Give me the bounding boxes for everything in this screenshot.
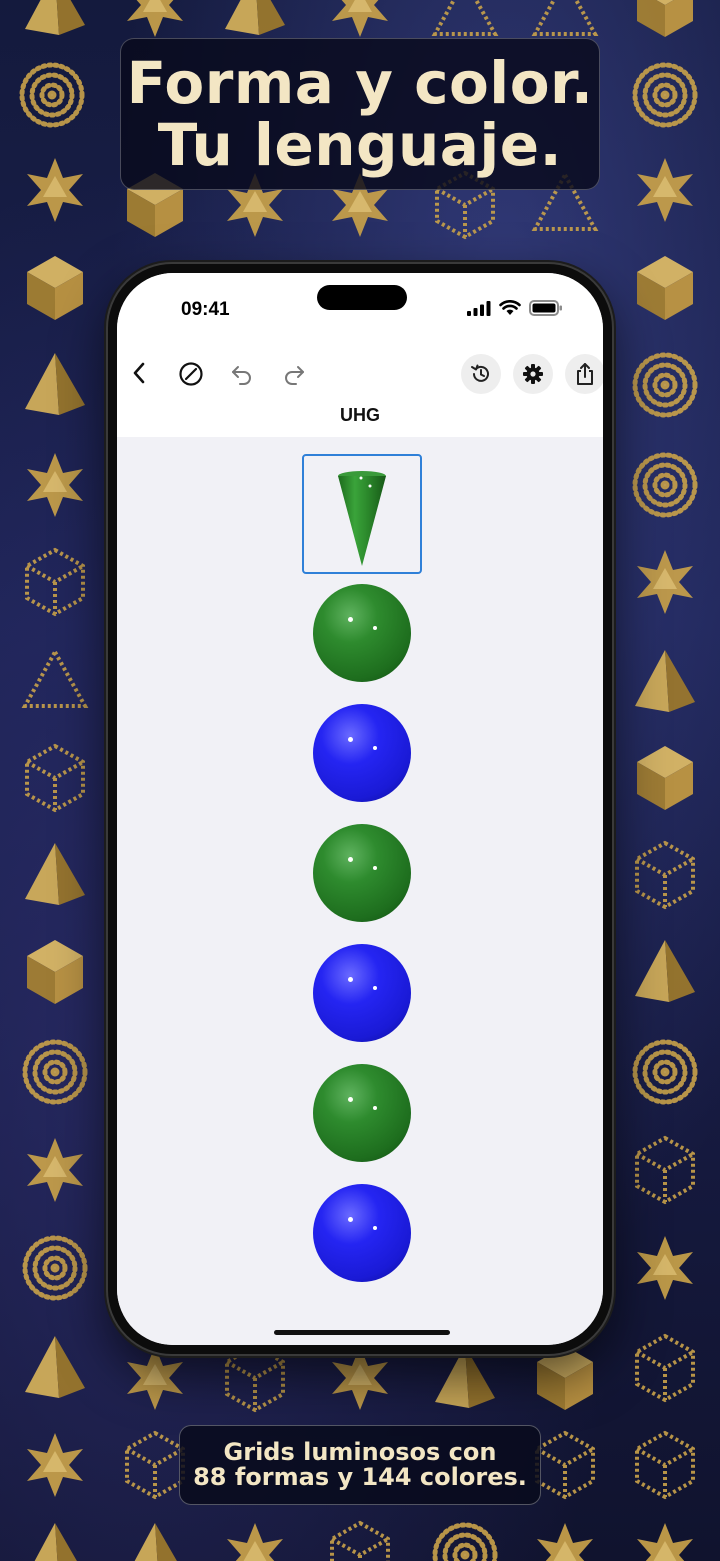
sphere-shape[interactable] — [313, 944, 411, 1042]
shape-grid[interactable] — [117, 437, 603, 1345]
redo-button[interactable] — [282, 363, 306, 385]
cone-shape — [338, 471, 386, 566]
share-icon — [577, 363, 593, 385]
cellular-signal-icon — [467, 300, 491, 320]
clear-slash-icon — [179, 362, 203, 386]
history-icon — [471, 364, 489, 382]
wifi-icon — [499, 300, 521, 320]
caption-line-2: 88 formas y 144 colores. — [193, 1463, 527, 1491]
back-button[interactable] — [127, 361, 151, 385]
sphere-shape[interactable] — [313, 824, 411, 922]
sphere-shape[interactable] — [313, 1184, 411, 1282]
sphere-shape[interactable] — [313, 1064, 411, 1162]
undo-button[interactable] — [230, 363, 254, 385]
history-button[interactable] — [461, 354, 501, 394]
headline-banner: Forma y color. Tu lenguaje. — [120, 38, 600, 190]
battery-icon — [529, 300, 563, 320]
gear-icon — [523, 364, 543, 384]
document-title: UHG — [340, 405, 380, 425]
clear-button[interactable] — [178, 361, 204, 387]
redo-icon — [285, 366, 304, 385]
undo-icon — [232, 366, 251, 385]
phone-screen: 09:41 UHG — [117, 273, 603, 1345]
status-time: 09:41 — [181, 299, 230, 320]
sphere-shape[interactable] — [313, 704, 411, 802]
headline-line-2: Tu lenguaje. — [157, 111, 563, 179]
settings-button[interactable] — [513, 354, 553, 394]
home-indicator — [274, 1330, 450, 1335]
sphere-shape[interactable] — [313, 584, 411, 682]
top-bar: 09:41 UHG — [117, 273, 603, 437]
phone-frame: 09:41 UHG — [106, 262, 614, 1356]
grid-cell-selected[interactable] — [302, 454, 422, 574]
share-button[interactable] — [565, 354, 603, 394]
status-icons — [467, 300, 563, 320]
back-chevron-icon — [133, 362, 145, 384]
caption-line-1: Grids luminosos con — [223, 1438, 497, 1466]
dynamic-island — [317, 285, 407, 310]
headline-line-1: Forma y color. — [126, 49, 594, 117]
caption-banner: Grids luminosos con 88 formas y 144 colo… — [179, 1425, 541, 1505]
